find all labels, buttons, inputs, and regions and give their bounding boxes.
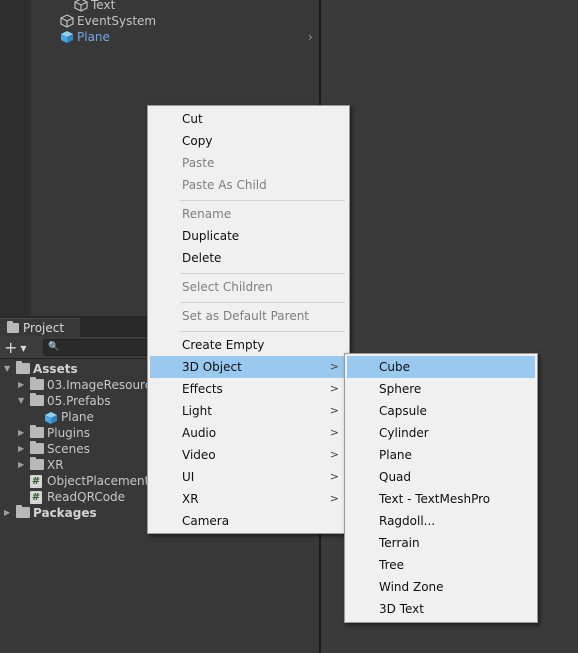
collapse-triangle-icon[interactable]: ▶ — [18, 457, 28, 473]
submenu-item-capsule[interactable]: Capsule — [347, 400, 535, 422]
search-input[interactable]: 🔍 — [43, 339, 153, 356]
prefab-cube-icon — [45, 412, 57, 424]
menu-item-label: Light — [182, 404, 212, 418]
menu-separator — [180, 273, 345, 274]
dropdown-arrow-icon: ▼ — [20, 344, 27, 353]
menu-item-paste: Paste — [182, 156, 215, 170]
menu-separator — [180, 200, 345, 201]
gameobject-cube-icon — [74, 0, 88, 12]
tree-item-label: Plugins — [47, 426, 90, 440]
menu-item-rename: Rename — [182, 207, 232, 221]
expand-triangle-icon[interactable]: ▼ — [4, 361, 14, 377]
tree-item-label: Scenes — [47, 442, 90, 456]
submenu-item-cylinder[interactable]: Cylinder — [347, 422, 535, 444]
tab-project[interactable]: Project — [0, 318, 80, 337]
collapse-triangle-icon[interactable]: ▶ — [4, 505, 14, 521]
folder-icon — [7, 321, 19, 333]
collapse-triangle-icon[interactable]: ▶ — [18, 377, 28, 393]
tree-item-label: Assets — [33, 362, 78, 376]
menu-item-camera[interactable]: Camera — [150, 510, 347, 532]
menu-separator — [180, 331, 345, 332]
menu-item-create-empty[interactable]: Create Empty — [150, 334, 347, 356]
menu-item-duplicate[interactable]: Duplicate — [150, 225, 347, 247]
folder-icon — [30, 441, 44, 454]
submenu-item-text-textmeshpro[interactable]: Text - TextMeshPro — [347, 488, 535, 510]
menu-item-copy[interactable]: Copy — [150, 130, 347, 152]
submenu-arrow-icon: > — [329, 448, 339, 461]
menu-item-paste-as-child: Paste As Child — [182, 178, 267, 192]
menu-item-label: Audio — [182, 426, 217, 440]
submenu-arrow-icon: > — [329, 426, 339, 439]
tab-label: Project — [23, 321, 65, 335]
hierarchy-gutter — [0, 0, 31, 316]
menu-item-label: UI — [182, 470, 195, 484]
3d-object-submenu: Cube Sphere Capsule Cylinder Plane Quad … — [344, 353, 538, 623]
menu-item-video[interactable]: Video > — [150, 444, 347, 466]
folder-icon — [16, 505, 30, 518]
submenu-item-ragdoll[interactable]: Ragdoll... — [347, 510, 535, 532]
submenu-item-sphere[interactable]: Sphere — [347, 378, 535, 400]
gameobject-cube-icon — [60, 14, 74, 28]
submenu-arrow-icon: > — [329, 492, 339, 505]
submenu-item-terrain[interactable]: Terrain — [347, 532, 535, 554]
collapse-triangle-icon[interactable]: ▶ — [18, 441, 28, 457]
menu-item-label: Video — [182, 448, 216, 462]
chevron-right-icon[interactable]: › — [308, 30, 318, 44]
hierarchy-item-label: Text — [91, 0, 116, 12]
menu-item-label: Effects — [182, 382, 223, 396]
submenu-item-quad[interactable]: Quad — [347, 466, 535, 488]
folder-open-icon — [16, 361, 30, 374]
submenu-item-tree[interactable]: Tree — [347, 554, 535, 576]
tree-item-label: 05.Prefabs — [47, 394, 111, 408]
menu-item-xr[interactable]: XR > — [150, 488, 347, 510]
tree-item-label: ReadQRCode — [47, 490, 126, 504]
menu-item-3d-object[interactable]: 3D Object > — [150, 356, 347, 378]
hierarchy-item-label: Plane — [77, 30, 110, 44]
tree-item-label: XR — [47, 458, 64, 472]
expand-triangle-icon[interactable]: ▼ — [18, 393, 28, 409]
menu-item-audio[interactable]: Audio > — [150, 422, 347, 444]
collapse-triangle-icon[interactable]: ▶ — [18, 425, 28, 441]
search-icon: 🔍 — [48, 342, 60, 352]
menu-item-select-children: Select Children — [182, 280, 273, 294]
menu-item-delete[interactable]: Delete — [150, 247, 347, 269]
submenu-arrow-icon: > — [329, 470, 339, 483]
menu-item-light[interactable]: Light > — [150, 400, 347, 422]
folder-icon — [30, 377, 44, 390]
tree-item-label: Plane — [61, 410, 94, 424]
menu-item-cut[interactable]: Cut — [150, 108, 347, 130]
tree-item-label: 03.ImageResource — [47, 378, 159, 392]
submenu-item-plane[interactable]: Plane — [347, 444, 535, 466]
hierarchy-context-menu: Cut Copy Paste Paste As Child Rename Dup… — [147, 105, 350, 534]
menu-item-ui[interactable]: UI > — [150, 466, 347, 488]
csharp-script-icon: # — [30, 475, 42, 488]
add-asset-button[interactable]: + ▼ — [4, 339, 34, 357]
tree-item-label: ObjectPlacement — [47, 474, 150, 488]
hierarchy-item-label: EventSystem — [77, 14, 157, 28]
folder-icon — [30, 425, 44, 438]
menu-item-label: XR — [182, 492, 199, 506]
submenu-item-3d-text[interactable]: 3D Text — [347, 598, 535, 620]
submenu-item-cube[interactable]: Cube — [347, 356, 535, 378]
menu-item-set-default-parent: Set as Default Parent — [182, 309, 310, 323]
menu-separator — [180, 302, 345, 303]
submenu-item-wind-zone[interactable]: Wind Zone — [347, 576, 535, 598]
plus-icon: + — [4, 338, 18, 357]
tree-item-label: Packages — [33, 506, 97, 520]
submenu-arrow-icon: > — [329, 382, 339, 395]
submenu-arrow-icon: > — [329, 360, 339, 373]
menu-item-label: 3D Object — [182, 360, 242, 374]
submenu-arrow-icon: > — [329, 404, 339, 417]
csharp-script-icon: # — [30, 491, 42, 504]
prefab-cube-icon — [61, 31, 73, 43]
menu-item-effects[interactable]: Effects > — [150, 378, 347, 400]
folder-open-icon — [30, 393, 44, 406]
folder-icon — [30, 457, 44, 470]
